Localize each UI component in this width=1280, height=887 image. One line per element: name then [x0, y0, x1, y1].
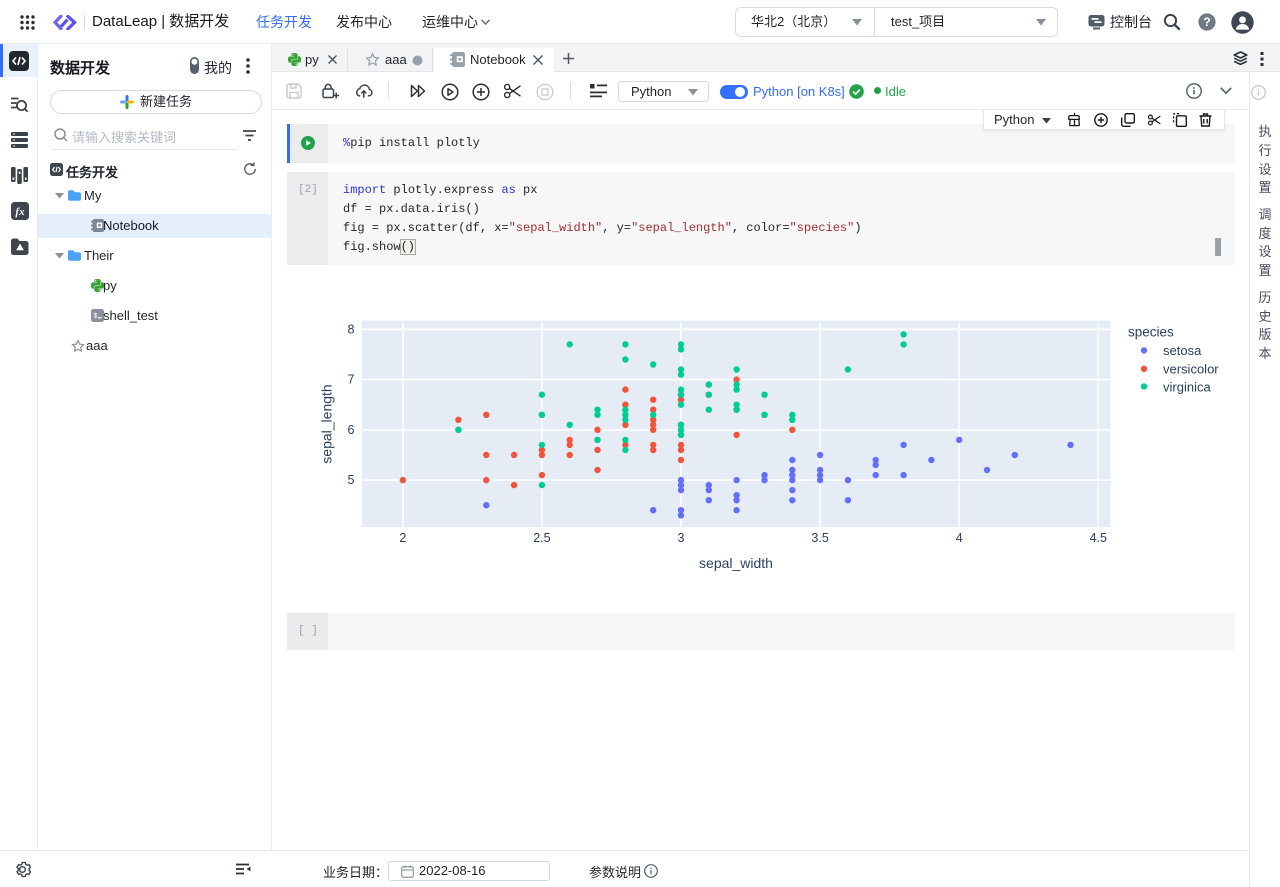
svg-text:2: 2 — [399, 531, 406, 545]
svg-text:7: 7 — [348, 373, 355, 387]
svg-text:$: $ — [93, 313, 97, 321]
svg-text:3.5: 3.5 — [811, 531, 828, 545]
svg-text:virginica: virginica — [1163, 380, 1211, 395]
svg-text:6: 6 — [348, 423, 355, 437]
svg-text:3: 3 — [678, 531, 685, 545]
svg-text:5: 5 — [348, 473, 355, 487]
svg-text:2.5: 2.5 — [533, 531, 550, 545]
svg-text:setosa: setosa — [1163, 343, 1202, 358]
svg-text:versicolor: versicolor — [1163, 361, 1219, 376]
svg-text:4.5: 4.5 — [1090, 531, 1107, 545]
svg-text:species: species — [1128, 325, 1174, 340]
svg-text:?: ? — [1203, 15, 1210, 29]
svg-text:sepal_length: sepal_length — [319, 384, 335, 463]
svg-text:sepal_width: sepal_width — [699, 555, 773, 571]
svg-text:4: 4 — [956, 531, 963, 545]
svg-text:fx: fx — [15, 206, 25, 218]
svg-text:8: 8 — [348, 322, 355, 336]
